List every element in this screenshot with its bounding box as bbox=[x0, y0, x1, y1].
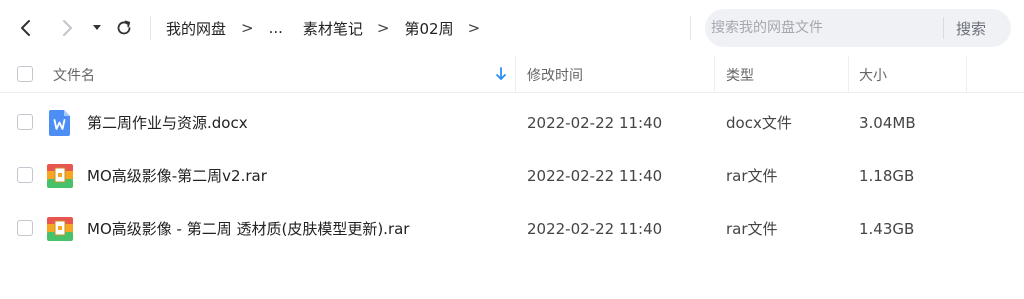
file-modified: 2022-02-22 11:40 bbox=[527, 113, 663, 132]
sort-descending-icon[interactable] bbox=[495, 67, 507, 81]
word-doc-icon bbox=[49, 110, 70, 136]
rar-archive-icon bbox=[47, 164, 73, 188]
file-size: 3.04MB bbox=[859, 113, 916, 132]
file-type: rar文件 bbox=[726, 167, 778, 185]
breadcrumb-separator: > bbox=[467, 19, 481, 37]
select-all-checkbox[interactable] bbox=[17, 66, 33, 82]
file-size: 1.18GB bbox=[859, 166, 915, 185]
file-type: rar文件 bbox=[726, 220, 778, 238]
column-header-modified[interactable]: 修改时间 bbox=[527, 56, 583, 93]
file-row[interactable]: MO高级影像 - 第二周 透材质(皮肤模型更新).rar 2022-02-22 … bbox=[0, 202, 1024, 255]
column-header-size[interactable]: 大小 bbox=[859, 56, 887, 93]
refresh-icon bbox=[117, 20, 131, 35]
history-dropdown-button[interactable] bbox=[88, 16, 106, 40]
file-size: 1.43GB bbox=[859, 219, 915, 238]
search-box: 搜索 bbox=[705, 9, 1011, 47]
breadcrumb: 我的网盘 > ... 素材笔记 > 第02周 > bbox=[166, 15, 480, 41]
column-divider[interactable] bbox=[966, 56, 967, 93]
file-name[interactable]: MO高级影像-第二周v2.rar bbox=[87, 149, 267, 202]
file-row[interactable]: MO高级影像-第二周v2.rar 2022-02-22 11:40 rar文件 … bbox=[0, 149, 1024, 202]
caret-down-icon bbox=[93, 25, 101, 30]
file-type: docx文件 bbox=[726, 114, 792, 132]
file-modified: 2022-02-22 11:40 bbox=[527, 219, 663, 238]
file-modified: 2022-02-22 11:40 bbox=[527, 166, 663, 185]
column-header-name[interactable]: 文件名 bbox=[53, 56, 95, 93]
file-row[interactable]: 第二周作业与资源.docx 2022-02-22 11:40 docx文件 3.… bbox=[0, 96, 1024, 149]
file-list-header: 文件名 修改时间 类型 大小 bbox=[0, 56, 1024, 93]
breadcrumb-separator: > bbox=[241, 19, 254, 37]
breadcrumb-item-current[interactable]: 第02周 bbox=[405, 18, 454, 39]
back-button[interactable] bbox=[14, 16, 38, 40]
chevron-left-icon bbox=[21, 20, 30, 36]
breadcrumb-item-folder[interactable]: 素材笔记 bbox=[303, 18, 363, 39]
breadcrumb-item-root[interactable]: 我的网盘 bbox=[166, 18, 226, 39]
breadcrumb-item-ellipsis[interactable]: ... bbox=[269, 19, 283, 37]
toolbar-divider bbox=[690, 16, 691, 40]
search-divider bbox=[943, 17, 944, 39]
row-checkbox[interactable] bbox=[17, 220, 33, 236]
refresh-button[interactable] bbox=[112, 16, 136, 40]
column-header-type[interactable]: 类型 bbox=[726, 56, 754, 93]
row-checkbox[interactable] bbox=[17, 114, 33, 130]
rar-archive-icon bbox=[47, 217, 73, 241]
toolbar-divider bbox=[150, 16, 151, 40]
breadcrumb-separator: > bbox=[376, 19, 390, 37]
search-input[interactable] bbox=[705, 9, 941, 47]
file-name[interactable]: 第二周作业与资源.docx bbox=[87, 96, 248, 149]
row-checkbox[interactable] bbox=[17, 167, 33, 183]
search-button[interactable]: 搜索 bbox=[956, 18, 986, 39]
toolbar: 我的网盘 > ... 素材笔记 > 第02周 > 搜索 bbox=[0, 0, 1024, 56]
column-divider[interactable] bbox=[515, 56, 516, 93]
column-divider[interactable] bbox=[848, 56, 849, 93]
chevron-right-icon bbox=[63, 20, 72, 36]
file-name[interactable]: MO高级影像 - 第二周 透材质(皮肤模型更新).rar bbox=[87, 202, 409, 255]
column-divider[interactable] bbox=[714, 56, 715, 93]
forward-button[interactable] bbox=[55, 16, 79, 40]
